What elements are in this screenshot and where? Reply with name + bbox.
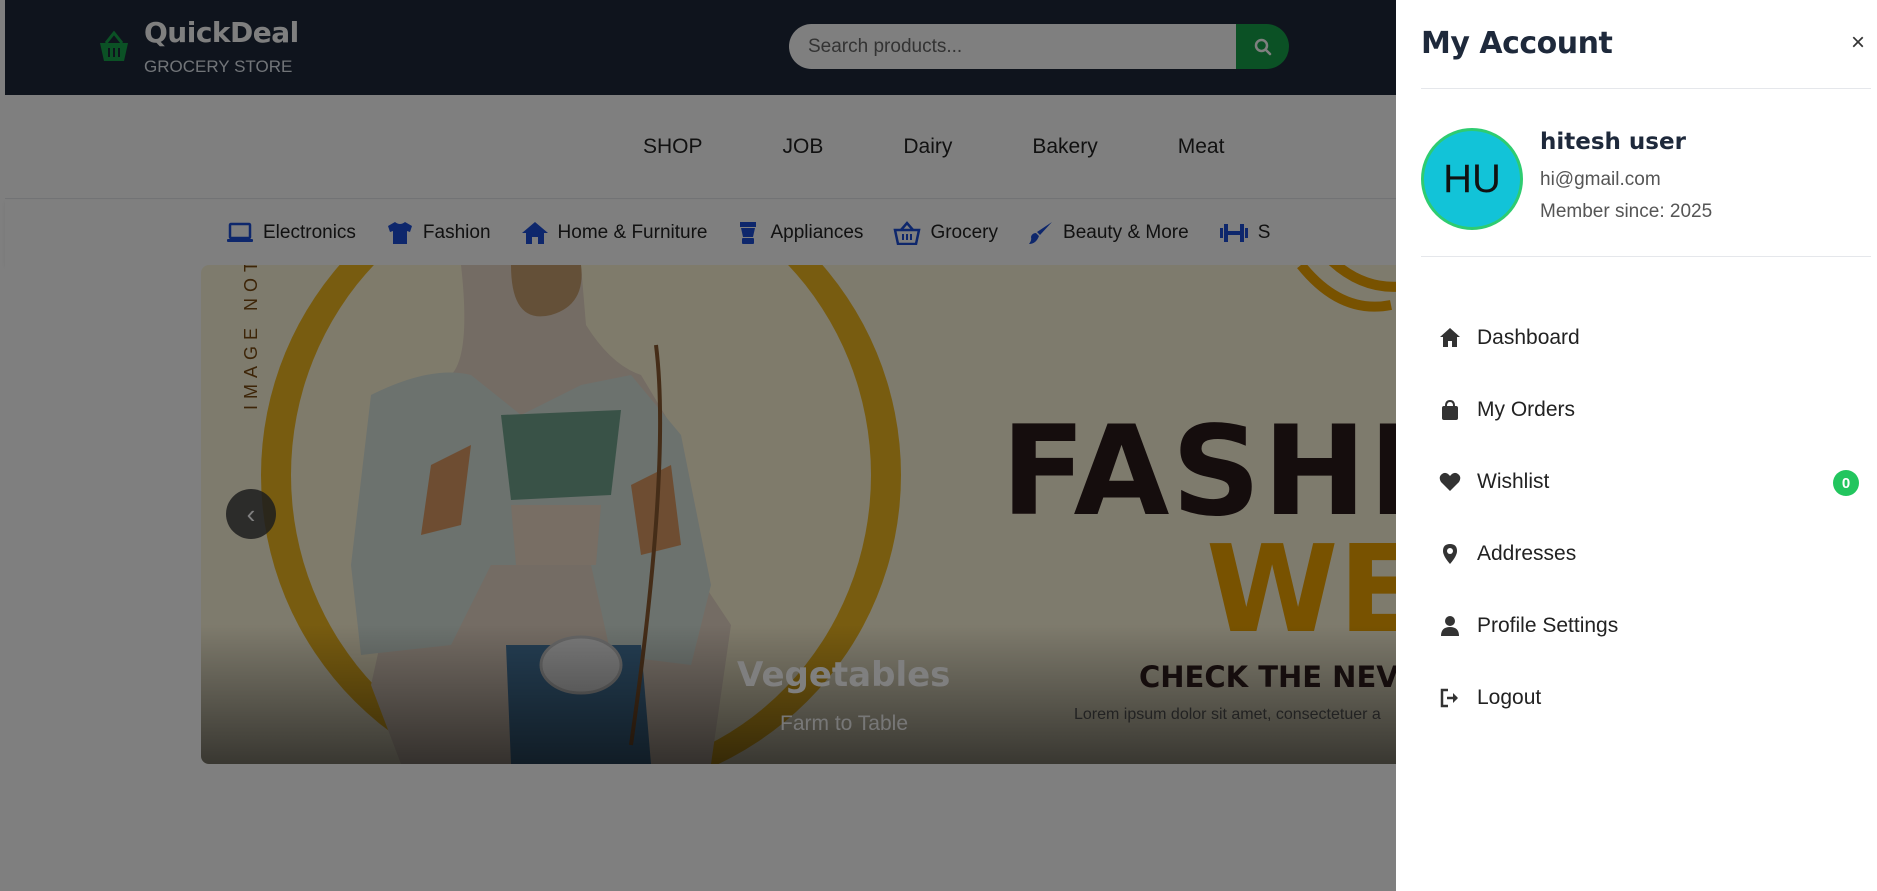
home-icon — [1440, 328, 1460, 347]
divider — [1421, 88, 1871, 89]
account-drawer: My Account × HU hitesh user hi@gmail.com… — [1396, 0, 1877, 891]
map-pin-icon — [1443, 544, 1457, 564]
logout-icon — [1440, 688, 1458, 708]
user-email: hi@gmail.com — [1540, 169, 1661, 190]
menu-item-label: My Orders — [1477, 398, 1576, 421]
menu-item-label: Dashboard — [1477, 326, 1580, 349]
user-name: hitesh user — [1540, 129, 1686, 155]
close-icon[interactable]: × — [1851, 31, 1865, 55]
divider — [1421, 256, 1871, 257]
shopping-bag-icon — [1442, 399, 1458, 420]
menu-item-label: Addresses — [1477, 542, 1577, 565]
menu-item-dashboard[interactable]: Dashboard — [1439, 302, 1859, 374]
heart-icon — [1439, 472, 1461, 491]
member-since: Member since: 2025 — [1540, 201, 1713, 222]
user-icon — [1441, 616, 1459, 636]
menu-item-orders[interactable]: My Orders — [1439, 374, 1859, 446]
menu-item-label: Profile Settings — [1477, 614, 1619, 637]
menu-item-addresses[interactable]: Addresses — [1439, 518, 1859, 590]
menu-item-label: Wishlist — [1477, 470, 1550, 493]
wishlist-count-badge: 0 — [1833, 470, 1859, 496]
account-menu: Dashboard My Orders Wishlist 0 Addresses… — [1439, 302, 1859, 734]
drawer-title: My Account — [1421, 26, 1613, 61]
menu-item-label: Logout — [1477, 686, 1542, 709]
menu-item-profile-settings[interactable]: Profile Settings — [1439, 590, 1859, 662]
menu-item-logout[interactable]: Logout — [1439, 662, 1859, 734]
menu-item-wishlist[interactable]: Wishlist 0 — [1439, 446, 1859, 518]
avatar: HU — [1421, 128, 1523, 230]
